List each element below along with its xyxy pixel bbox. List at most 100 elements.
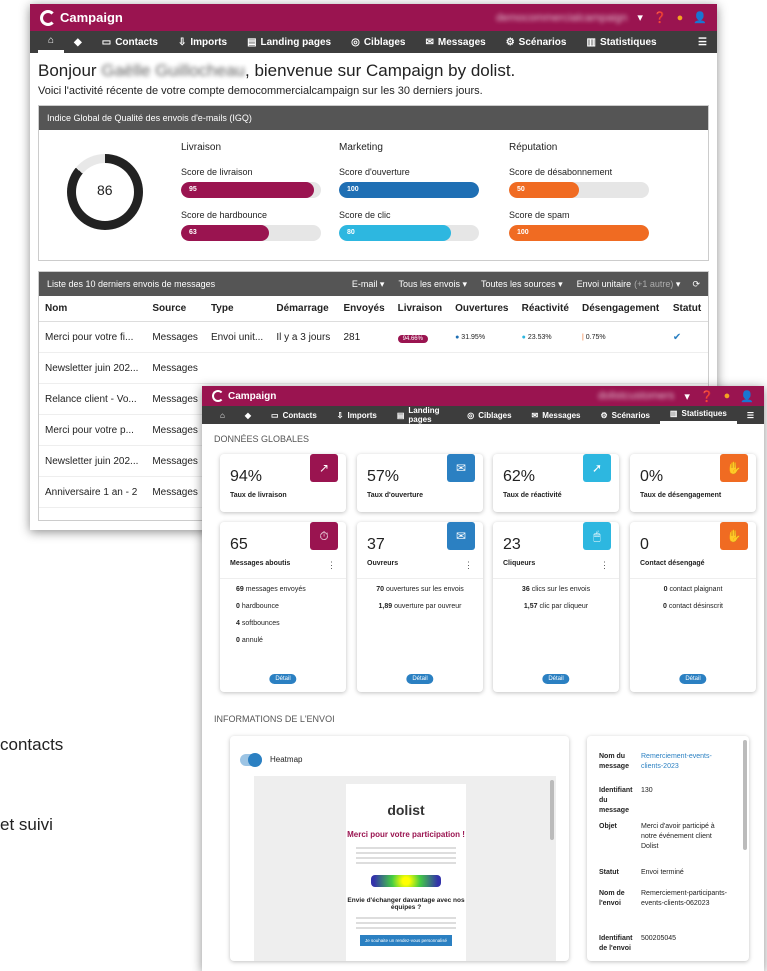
stat-text: ouvertures sur les envois <box>385 586 464 593</box>
click-rate-icon: ➚ <box>583 454 611 482</box>
nav-item-tag[interactable]: ◆ <box>235 406 261 424</box>
stat-number: 0 <box>236 637 240 644</box>
campaign-logo[interactable]: Campaign <box>212 390 276 402</box>
table-row[interactable]: Newsletter juin 202... Messages <box>39 352 708 384</box>
nav-item-statistiques[interactable]: ▥ Statistiques <box>659 406 737 424</box>
rate-value: 0% <box>640 468 664 485</box>
heatmap-toggle[interactable] <box>240 753 262 767</box>
preview-scrollbar[interactable] <box>550 780 554 840</box>
filter-0[interactable]: E-mail ▾ <box>352 279 385 290</box>
rate-card: ✉ 57% Taux d'ouverture <box>357 454 483 512</box>
detail-value: Remerciement-participants-events-clients… <box>641 890 727 908</box>
nav-item-messages[interactable]: ✉ Messages <box>416 31 496 53</box>
cell-start: Il y a 3 jours <box>270 321 338 353</box>
notification-icon[interactable]: ● <box>677 12 684 24</box>
notification-icon[interactable]: ● <box>724 390 731 402</box>
count-card: ✉ 37 Ouvreurs ⋮ 70 ouvertures sur les envois 1… <box>357 522 483 692</box>
home-icon: ⌂ <box>220 410 225 420</box>
filter-3[interactable]: Envoi unitaire (+1 autre) ▾ <box>577 279 681 290</box>
cell-des <box>575 352 667 384</box>
recent-sends-header: Liste des 10 derniers envois de messages… <box>39 272 708 296</box>
nav-item-imports[interactable]: ⇩ Imports <box>168 31 237 53</box>
help-icon[interactable]: ❓ <box>700 390 714 403</box>
menu-icon[interactable]: ☰ <box>688 31 717 53</box>
account-name[interactable]: democommercialcampaign <box>496 12 627 24</box>
nav-item-scénarios[interactable]: ⚙ Scénarios <box>591 406 660 424</box>
detail-button[interactable]: Détail <box>406 674 434 684</box>
help-icon[interactable]: ❓ <box>653 11 667 24</box>
detail-key: Identifiant du message <box>599 787 633 815</box>
detail-button[interactable]: Détail <box>269 674 297 684</box>
nav-item-ciblages[interactable]: ◎ Ciblages <box>457 406 521 424</box>
email-preview[interactable]: dolist Merci pour votre participation ! … <box>254 776 556 961</box>
count-label: Cliqueurs <box>503 560 536 567</box>
filter-label: Toutes les sources <box>481 278 556 289</box>
nav-label: Contacts <box>282 410 317 420</box>
kebab-menu-icon[interactable]: ⋮ <box>600 560 609 571</box>
count-card: 🖱 23 Cliqueurs ⋮ 36 clics sur les envois 1,57 c… <box>493 522 619 692</box>
logo-text: Campaign <box>228 390 277 402</box>
column-header: Ouvertures <box>449 296 516 322</box>
nav-item-home[interactable]: ⌂ <box>210 406 235 424</box>
cell-rea: ● 23.53% <box>515 321 576 353</box>
stat-number: 0 <box>236 603 240 610</box>
mail-icon: ✉ <box>531 410 539 420</box>
nav-label: Messages <box>542 410 581 420</box>
detail-button[interactable]: Détail <box>542 674 570 684</box>
account-name[interactable]: dolistcustomers <box>598 390 674 402</box>
filter-1[interactable]: Tous les envois ▾ <box>398 279 467 290</box>
chevron-down-icon: ▾ <box>459 278 468 289</box>
iqg-panel: Indice Global de Qualité des envois d'e-… <box>38 105 709 261</box>
statistics-window: Campaign dolistcustomers ▾ ❓ ● 👤 ⌂ ◆ ▭ Cont… <box>202 386 764 971</box>
nav-item-scénarios[interactable]: ⚙ Scénarios <box>496 31 577 53</box>
email-cta-button: Je souhaite un rendez-vous personnalisé <box>360 935 452 946</box>
nav-item-tag[interactable]: ◆ <box>64 31 92 53</box>
column-title: Livraison <box>181 142 222 153</box>
message-name-link[interactable]: Remerciement-events-clients-2023 <box>641 752 729 772</box>
table-row[interactable]: Merci pour votre fi... Messages Envoi unit… <box>39 321 708 353</box>
chevron-down-icon: ▾ <box>377 278 385 289</box>
nav-label: Ciblages <box>478 410 512 420</box>
nav-label: Contacts <box>115 36 158 48</box>
mail-icon: ✉ <box>425 36 434 48</box>
kebab-menu-icon[interactable]: ⋮ <box>464 560 473 571</box>
nav-label: Scénarios <box>611 410 650 420</box>
details-scrollbar[interactable] <box>743 740 747 850</box>
menu-icon[interactable]: ☰ <box>737 406 764 424</box>
stat-number: 36 <box>521 586 530 593</box>
cell-source: Messages <box>146 383 205 415</box>
nav-item-landing-pages[interactable]: ▤ Landing pages <box>387 406 457 424</box>
nav-item-home[interactable]: ⌂ <box>38 31 65 53</box>
nav-item-landing-pages[interactable]: ▤ Landing pages <box>237 31 341 53</box>
stat-number: 69 <box>236 586 244 593</box>
user-icon[interactable]: 👤 <box>693 11 707 24</box>
score-bar: 100 <box>339 182 479 198</box>
nav-item-contacts[interactable]: ▭ Contacts <box>261 406 327 424</box>
user-icon[interactable]: 👤 <box>740 390 754 403</box>
stat-number: 1,57 <box>523 603 538 610</box>
nav-item-messages[interactable]: ✉ Messages <box>522 406 591 424</box>
column-header: Envoyés <box>337 296 392 322</box>
campaign-logo[interactable]: Campaign <box>40 9 123 26</box>
score-label: Score de livraison <box>181 167 253 177</box>
column-header: Démarrage <box>270 296 338 322</box>
nav-item-contacts[interactable]: ▭ Contacts <box>92 31 168 53</box>
nav-label: Messages <box>437 36 486 48</box>
detail-button[interactable]: Détail <box>679 674 707 684</box>
cell-ouv: ● 31.95% <box>449 321 516 353</box>
stat-number: 4 <box>236 620 240 627</box>
nav-item-statistiques[interactable]: ▥ Statistiques <box>576 31 666 53</box>
nav-item-imports[interactable]: ⇩ Imports <box>327 406 387 424</box>
target-icon: ◎ <box>351 36 360 48</box>
filter-2[interactable]: Toutes les sources ▾ <box>481 279 563 290</box>
count-label: Contact désengagé <box>640 560 705 567</box>
detail-value: Envoi terminé <box>641 869 684 876</box>
kebab-menu-icon[interactable]: ⋮ <box>327 560 336 571</box>
score-label: Score de spam <box>509 210 570 220</box>
chevron-down-icon: ▾ <box>555 278 563 289</box>
chevron-down-icon[interactable]: ▾ <box>637 11 643 24</box>
rate-label: Taux de désengagement <box>640 492 722 499</box>
refresh-icon[interactable]: ⟳ <box>692 279 700 290</box>
chevron-down-icon[interactable]: ▾ <box>684 390 690 403</box>
nav-item-ciblages[interactable]: ◎ Ciblages <box>341 31 415 53</box>
